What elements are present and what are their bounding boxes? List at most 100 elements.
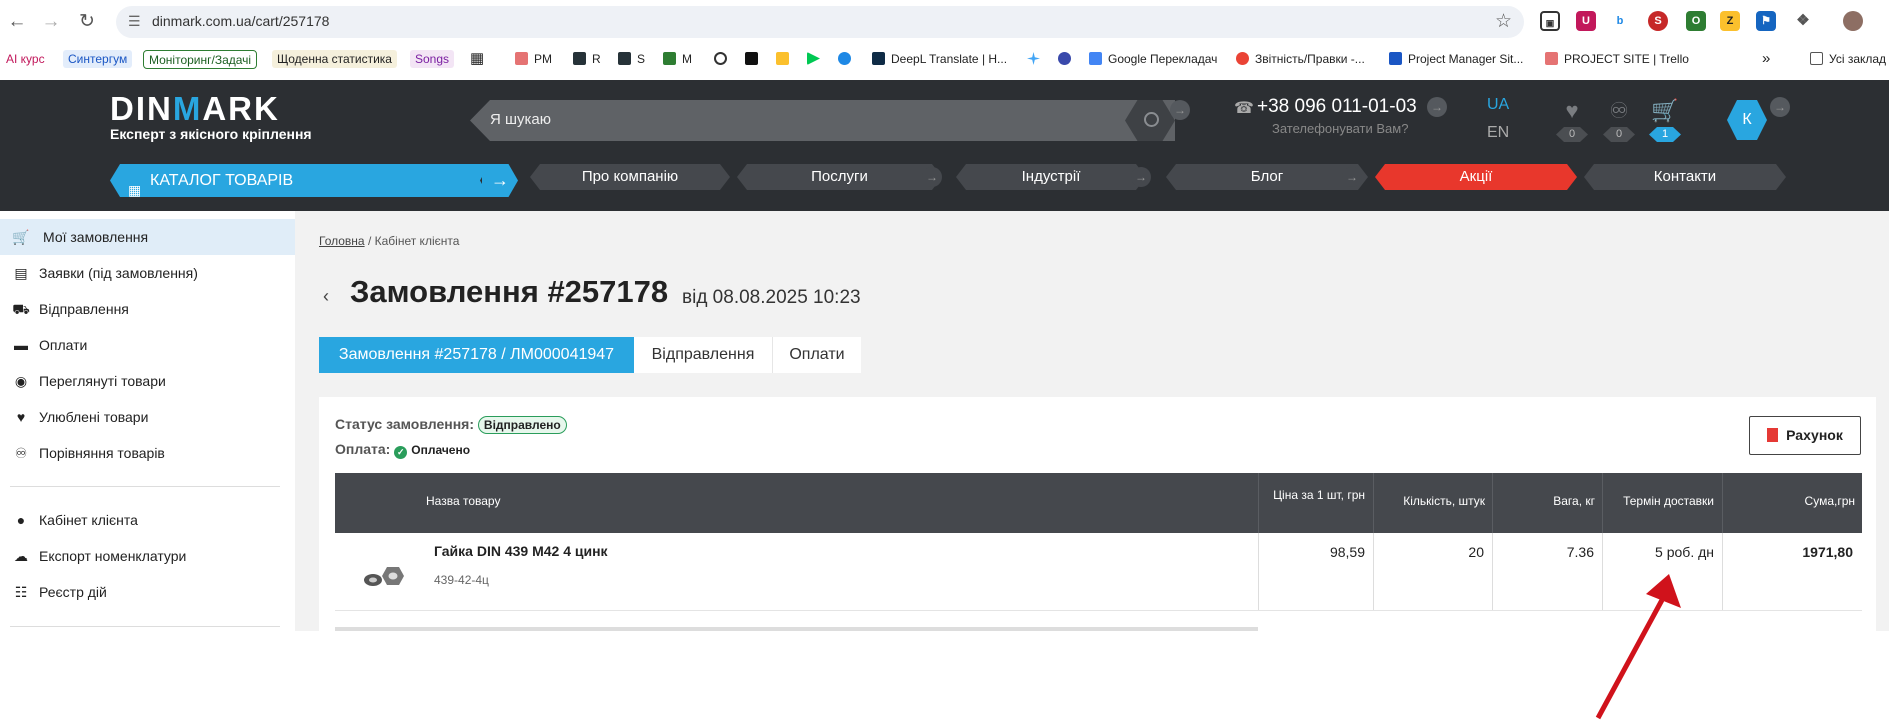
browser-toolbar: ← → ↻ ☰ dinmark.com.ua/cart/257178 ☆ ▣ U… <box>0 0 1889 44</box>
menu-blog[interactable]: Блог <box>1166 164 1368 190</box>
bookmark-songs[interactable]: Songs <box>410 50 455 68</box>
tab-shipments[interactable]: Відправлення <box>634 337 773 373</box>
search-input[interactable] <box>470 100 1175 141</box>
sidebar-item-compare[interactable]: ♾ Порівняння товарів <box>0 435 295 471</box>
blog-arrow-icon[interactable]: → <box>1342 167 1362 187</box>
sidebar-item-payments[interactable]: ▬ Оплати <box>0 327 295 363</box>
green-extension-icon[interactable]: O <box>1686 11 1706 31</box>
profile-avatar-icon[interactable] <box>1843 11 1863 31</box>
back-chevron-icon[interactable]: ‹ <box>323 286 329 307</box>
yellow-extension-icon[interactable]: Z <box>1720 11 1740 31</box>
bookmark-s-label: S <box>637 52 646 66</box>
sidebar-item-shipments[interactable]: ⛟ Відправлення <box>0 291 295 327</box>
sidebar-item-log[interactable]: ☷ Реєстр дій <box>0 574 295 610</box>
favorites-heart-icon[interactable]: ♥ <box>1557 98 1587 124</box>
bookmark-play-icon[interactable] <box>807 50 826 68</box>
url-text: dinmark.com.ua/cart/257178 <box>152 13 330 29</box>
bookmark-monitoring[interactable]: Моніторинг/Задачі <box>143 50 258 69</box>
invoice-label: Рахунок <box>1786 427 1843 443</box>
invoice-button[interactable]: Рахунок <box>1749 416 1861 455</box>
lang-en[interactable]: EN <box>1487 124 1509 142</box>
b-extension-icon[interactable]: b <box>1610 11 1630 31</box>
menu-promo[interactable]: Акції <box>1375 164 1577 190</box>
bookmark-google-translate[interactable]: Google Перекладач <box>1089 50 1217 68</box>
cell-delivery: 5 роб. дн <box>1655 544 1714 560</box>
bookmark-r[interactable]: R <box>573 50 601 68</box>
product-name[interactable]: Гайка DIN 439 M42 4 цинк <box>434 543 608 559</box>
image-extension-icon[interactable]: ▣ <box>1540 11 1560 31</box>
bookmark-star-icon[interactable]: ☆ <box>1495 10 1512 33</box>
catalog-button[interactable]: ▦ КАТАЛОГ ТОВАРІВ <box>110 164 517 197</box>
bookmarks-overflow-icon[interactable]: » <box>1762 50 1770 68</box>
tab-order[interactable]: Замовлення #257178 / ЛМ000041947 <box>319 337 634 373</box>
callback-link[interactable]: Зателефонувати Вам? <box>1272 121 1408 136</box>
site-info-icon[interactable]: ☰ <box>128 13 141 30</box>
pdf-icon <box>1767 428 1779 442</box>
phone-arrow-icon[interactable]: → <box>1427 97 1447 117</box>
product-image[interactable] <box>360 563 406 596</box>
bookmark-google-translate-label: Google Перекладач <box>1108 52 1218 66</box>
compare-icon[interactable]: ♾ <box>1604 98 1634 124</box>
services-arrow-icon[interactable]: → <box>922 167 942 187</box>
table-scrollbar[interactable] <box>335 627 1258 631</box>
all-bookmarks-folder[interactable]: Усі заклад <box>1810 50 1886 68</box>
red-extension-icon[interactable]: S <box>1648 11 1668 31</box>
gemini-icon[interactable] <box>1027 50 1046 68</box>
sidebar-item-requests[interactable]: ▤ Заявки (під замовлення) <box>0 255 295 291</box>
bookmark-pm[interactable]: PM <box>515 50 552 68</box>
bookmark-daily-stats[interactable]: Щоденна статистика <box>272 50 397 68</box>
cart-icon[interactable]: 🛒 <box>1650 98 1680 124</box>
bookmark-blue-icon[interactable] <box>1058 50 1077 68</box>
sidebar-item-favorites[interactable]: ♥ Улюблені товари <box>0 399 295 435</box>
sidebar-item-export[interactable]: ☁ Експорт номенклатури <box>0 538 295 574</box>
bookmark-pm-site[interactable]: Project Manager Sit... <box>1389 50 1523 68</box>
bookmark-deepl[interactable]: DeepL Translate | H... <box>872 50 1007 68</box>
payment-value-text: Оплачено <box>411 443 471 457</box>
sidebar-item-label: Реєстр дій <box>39 584 107 600</box>
avatar-arrow-icon[interactable]: → <box>1770 97 1790 117</box>
ublock-icon[interactable]: U <box>1576 11 1596 31</box>
menu-industries[interactable]: Індустрії <box>956 164 1146 190</box>
reload-icon[interactable]: ↻ <box>76 11 98 33</box>
search-arrow-icon[interactable]: → <box>1170 100 1190 120</box>
bookmark-dark-icon[interactable] <box>745 50 764 68</box>
cloud-download-icon: ☁ <box>14 548 28 564</box>
sidebar-item-viewed[interactable]: ◉ Переглянуті товари <box>0 363 295 399</box>
bookmark-meet-icon[interactable] <box>776 50 795 68</box>
bookmark-ai-course[interactable]: AI курс <box>6 50 45 68</box>
tab-payments[interactable]: Оплати <box>773 337 861 373</box>
sidebar-divider <box>10 486 280 487</box>
breadcrumb-home[interactable]: Головна <box>319 234 365 248</box>
apps-grid-icon[interactable]: ▦ <box>470 50 484 68</box>
bookmark-reports[interactable]: Звітність/Правки -... <box>1236 50 1365 68</box>
col-price: Ціна за 1 шт, грн <box>1273 488 1365 502</box>
bookmark-reports-label: Звітність/Правки -... <box>1255 52 1365 66</box>
address-bar[interactable]: ☰ dinmark.com.ua/cart/257178 ☆ <box>116 6 1524 38</box>
product-sku: 439-42-4ц <box>434 573 489 587</box>
lang-ua[interactable]: UA <box>1487 96 1509 114</box>
site-logo[interactable]: DINMARK Експерт з якісного кріплення <box>110 92 312 143</box>
sidebar-item-my-orders[interactable]: 🛒 Мої замовлення <box>0 219 295 255</box>
bookmark-syntergum[interactable]: Синтергум <box>63 50 133 68</box>
user-icon: ● <box>16 512 26 528</box>
status-label: Статус замовлення: <box>335 416 475 432</box>
flag-extension-icon[interactable]: ⚑ <box>1756 11 1776 31</box>
menu-contacts[interactable]: Контакти <box>1584 164 1786 190</box>
sidebar-item-cabinet[interactable]: ● Кабінет клієнта <box>0 502 295 538</box>
breadcrumb-current: Кабінет клієнта <box>374 234 460 248</box>
forward-icon[interactable]: → <box>40 11 62 33</box>
chatgpt-icon[interactable] <box>714 50 733 68</box>
industries-arrow-icon[interactable]: → <box>1131 167 1151 187</box>
phone-number[interactable]: +38 096 011-01-03 <box>1257 96 1417 118</box>
back-icon[interactable]: ← <box>6 11 28 33</box>
bookmark-trello-label: PROJECT SITE | Trello <box>1564 52 1689 66</box>
menu-about[interactable]: Про компанію <box>530 164 730 190</box>
bookmark-heart-icon[interactable] <box>838 50 857 68</box>
extensions-puzzle-icon[interactable]: ❖ <box>1793 11 1813 31</box>
search-placeholder: Я шукаю <box>490 111 552 128</box>
bookmark-m[interactable]: M <box>663 50 692 68</box>
menu-services[interactable]: Послуги <box>737 164 942 190</box>
bookmark-trello[interactable]: PROJECT SITE | Trello <box>1545 50 1689 68</box>
bookmark-s[interactable]: S <box>618 50 645 68</box>
sitemap-icon: ☷ <box>14 584 28 600</box>
